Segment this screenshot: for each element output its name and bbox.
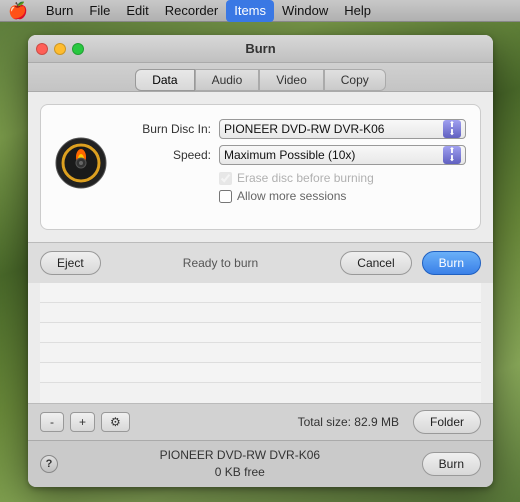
tab-data[interactable]: Data [135, 69, 194, 91]
menubar-edit[interactable]: Edit [118, 0, 156, 22]
erase-label: Erase disc before burning [237, 171, 374, 185]
minimize-button[interactable] [54, 43, 66, 55]
dialog-fields: Burn Disc In: PIONEER DVD-RW DVR-K06 ⬆⬇ … [121, 119, 466, 207]
status-text: Ready to burn [111, 256, 331, 270]
speed-value: Maximum Possible (10x) [224, 148, 355, 162]
burn-button[interactable]: Burn [422, 251, 481, 275]
menubar-help[interactable]: Help [336, 0, 379, 22]
action-bar: Eject Ready to burn Cancel Burn [28, 242, 493, 283]
statusbar-burn-button[interactable]: Burn [422, 452, 481, 476]
burn-disc-arrow: ⬆⬇ [443, 120, 461, 138]
sessions-checkbox[interactable] [219, 190, 232, 203]
burn-disc-label: Burn Disc In: [121, 122, 211, 136]
sessions-row: Allow more sessions [219, 189, 466, 203]
folder-button[interactable]: Folder [413, 410, 481, 434]
device-name: PIONEER DVD-RW DVR-K06 [68, 447, 412, 464]
speed-select[interactable]: Maximum Possible (10x) ⬆⬇ [219, 145, 466, 165]
menubar-burn[interactable]: Burn [38, 0, 81, 22]
gear-button[interactable]: ⚙ [101, 412, 130, 432]
content-row [40, 363, 481, 383]
tab-audio[interactable]: Audio [195, 69, 260, 91]
erase-checkbox[interactable] [219, 172, 232, 185]
tab-bar: Data Audio Video Copy [28, 63, 493, 92]
speed-arrow: ⬆⬇ [443, 146, 461, 164]
disc-icon [55, 137, 107, 189]
eject-button[interactable]: Eject [40, 251, 101, 275]
content-row [40, 343, 481, 363]
burn-window: Burn Data Audio Video Copy [28, 35, 493, 487]
menubar: 🍎 Burn File Edit Recorder Items Window H… [0, 0, 520, 22]
burn-disc-select[interactable]: PIONEER DVD-RW DVR-K06 ⬆⬇ [219, 119, 466, 139]
content-row [40, 283, 481, 303]
window-title: Burn [245, 41, 275, 56]
speed-label: Speed: [121, 148, 211, 162]
menubar-items[interactable]: Items [226, 0, 274, 22]
menubar-window[interactable]: Window [274, 0, 336, 22]
device-space: 0 KB free [68, 464, 412, 481]
bottom-toolbar: - + ⚙ Total size: 82.9 MB Folder [28, 403, 493, 440]
apple-menu[interactable]: 🍎 [8, 1, 28, 21]
menubar-recorder[interactable]: Recorder [157, 0, 226, 22]
maximize-button[interactable] [72, 43, 84, 55]
speed-row: Speed: Maximum Possible (10x) ⬆⬇ [121, 145, 466, 165]
erase-row: Erase disc before burning [219, 171, 466, 185]
cancel-button[interactable]: Cancel [340, 251, 411, 275]
menubar-file[interactable]: File [81, 0, 118, 22]
statusbar: ? PIONEER DVD-RW DVR-K06 0 KB free Burn [28, 440, 493, 487]
remove-button[interactable]: - [40, 412, 64, 432]
total-size-label: Total size: 82.9 MB [136, 415, 399, 429]
help-button[interactable]: ? [40, 455, 58, 473]
tab-copy[interactable]: Copy [324, 69, 386, 91]
burn-disc-value: PIONEER DVD-RW DVR-K06 [224, 122, 384, 136]
device-info: PIONEER DVD-RW DVR-K06 0 KB free [68, 447, 412, 481]
content-row [40, 303, 481, 323]
content-area [40, 283, 481, 403]
sessions-label: Allow more sessions [237, 189, 346, 203]
burn-disc-row: Burn Disc In: PIONEER DVD-RW DVR-K06 ⬆⬇ [121, 119, 466, 139]
titlebar: Burn [28, 35, 493, 63]
burn-dialog: Burn Disc In: PIONEER DVD-RW DVR-K06 ⬆⬇ … [40, 104, 481, 230]
close-button[interactable] [36, 43, 48, 55]
content-row [40, 323, 481, 343]
add-button[interactable]: + [70, 412, 95, 432]
window-controls [36, 43, 84, 55]
tab-video[interactable]: Video [259, 69, 323, 91]
